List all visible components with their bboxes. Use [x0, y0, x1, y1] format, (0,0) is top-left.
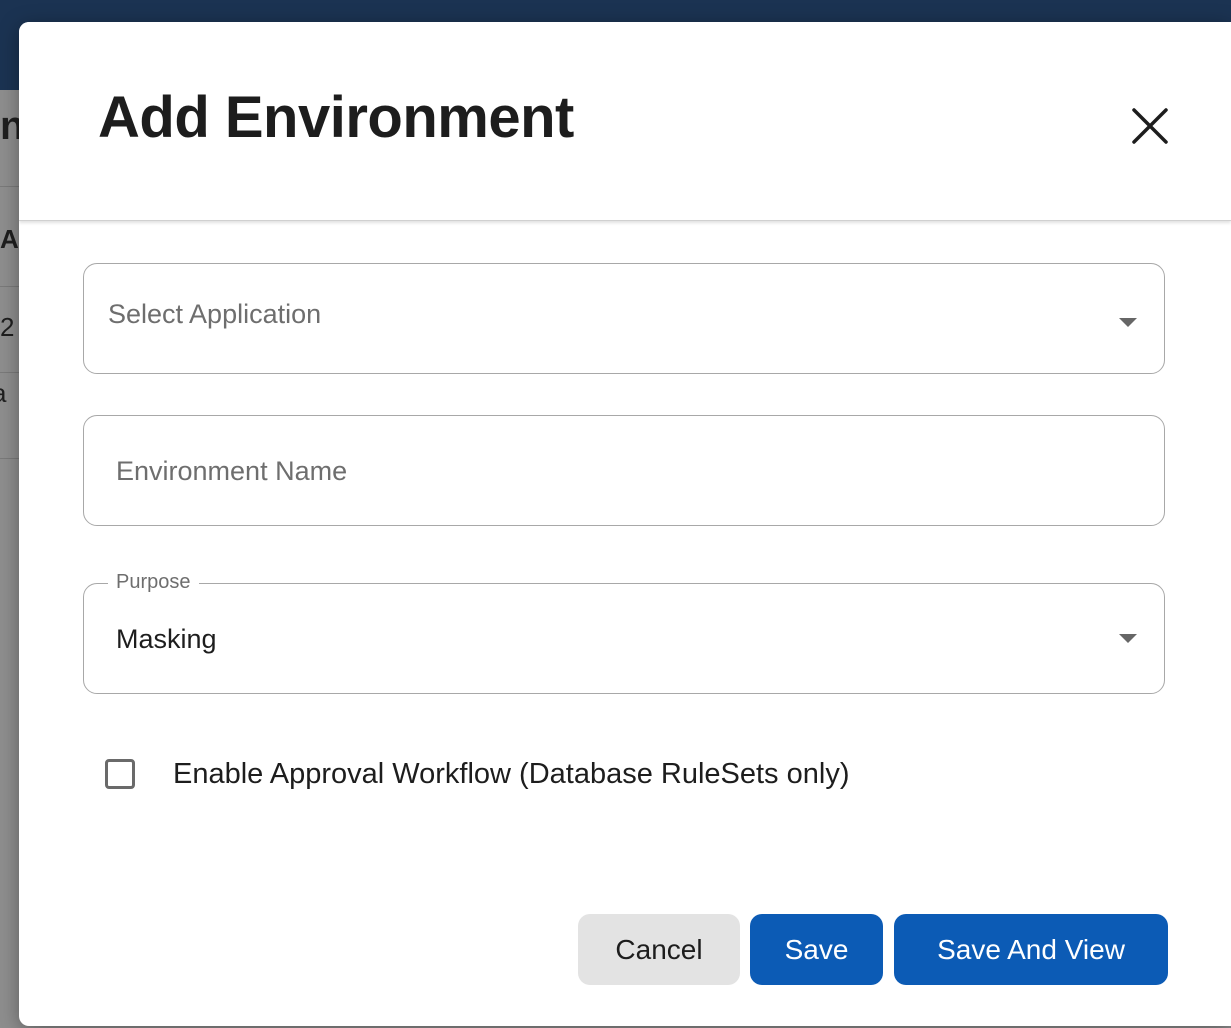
background-header-fragment: A	[0, 224, 19, 254]
dialog-header: Add Environment	[19, 22, 1231, 221]
close-button[interactable]	[1128, 104, 1172, 148]
background-cell-fragment: a	[0, 378, 20, 409]
background-divider	[0, 458, 20, 459]
purpose-label: Purpose	[108, 571, 199, 594]
environment-name-placeholder: Environment Name	[116, 456, 348, 486]
background-cell-fragment: 2	[0, 312, 15, 342]
chevron-down-icon	[1119, 318, 1137, 327]
approval-workflow-label: Enable Approval Workflow (Database RuleS…	[173, 757, 850, 790]
background-divider	[0, 372, 20, 373]
purpose-value: Masking	[116, 624, 217, 654]
background-divider	[0, 286, 20, 287]
close-icon	[1132, 108, 1168, 144]
background-title-fragment: n	[0, 104, 20, 148]
approval-workflow-option[interactable]: Enable Approval Workflow (Database RuleS…	[105, 752, 849, 796]
select-application-dropdown[interactable]: Select Application	[83, 263, 1165, 374]
save-button[interactable]: Save	[750, 914, 883, 985]
environment-name-input[interactable]: Environment Name	[83, 415, 1165, 526]
purpose-dropdown[interactable]: Purpose Masking	[83, 571, 1165, 694]
dialog-title: Add Environment	[98, 85, 574, 150]
background-divider	[0, 186, 20, 187]
chevron-down-icon	[1119, 634, 1137, 643]
add-environment-dialog: Add Environment Select Application Envir…	[19, 22, 1231, 1026]
approval-workflow-checkbox[interactable]	[105, 759, 135, 789]
select-application-placeholder: Select Application	[108, 299, 322, 329]
save-and-view-button[interactable]: Save And View	[894, 914, 1168, 985]
cancel-button[interactable]: Cancel	[578, 914, 740, 985]
